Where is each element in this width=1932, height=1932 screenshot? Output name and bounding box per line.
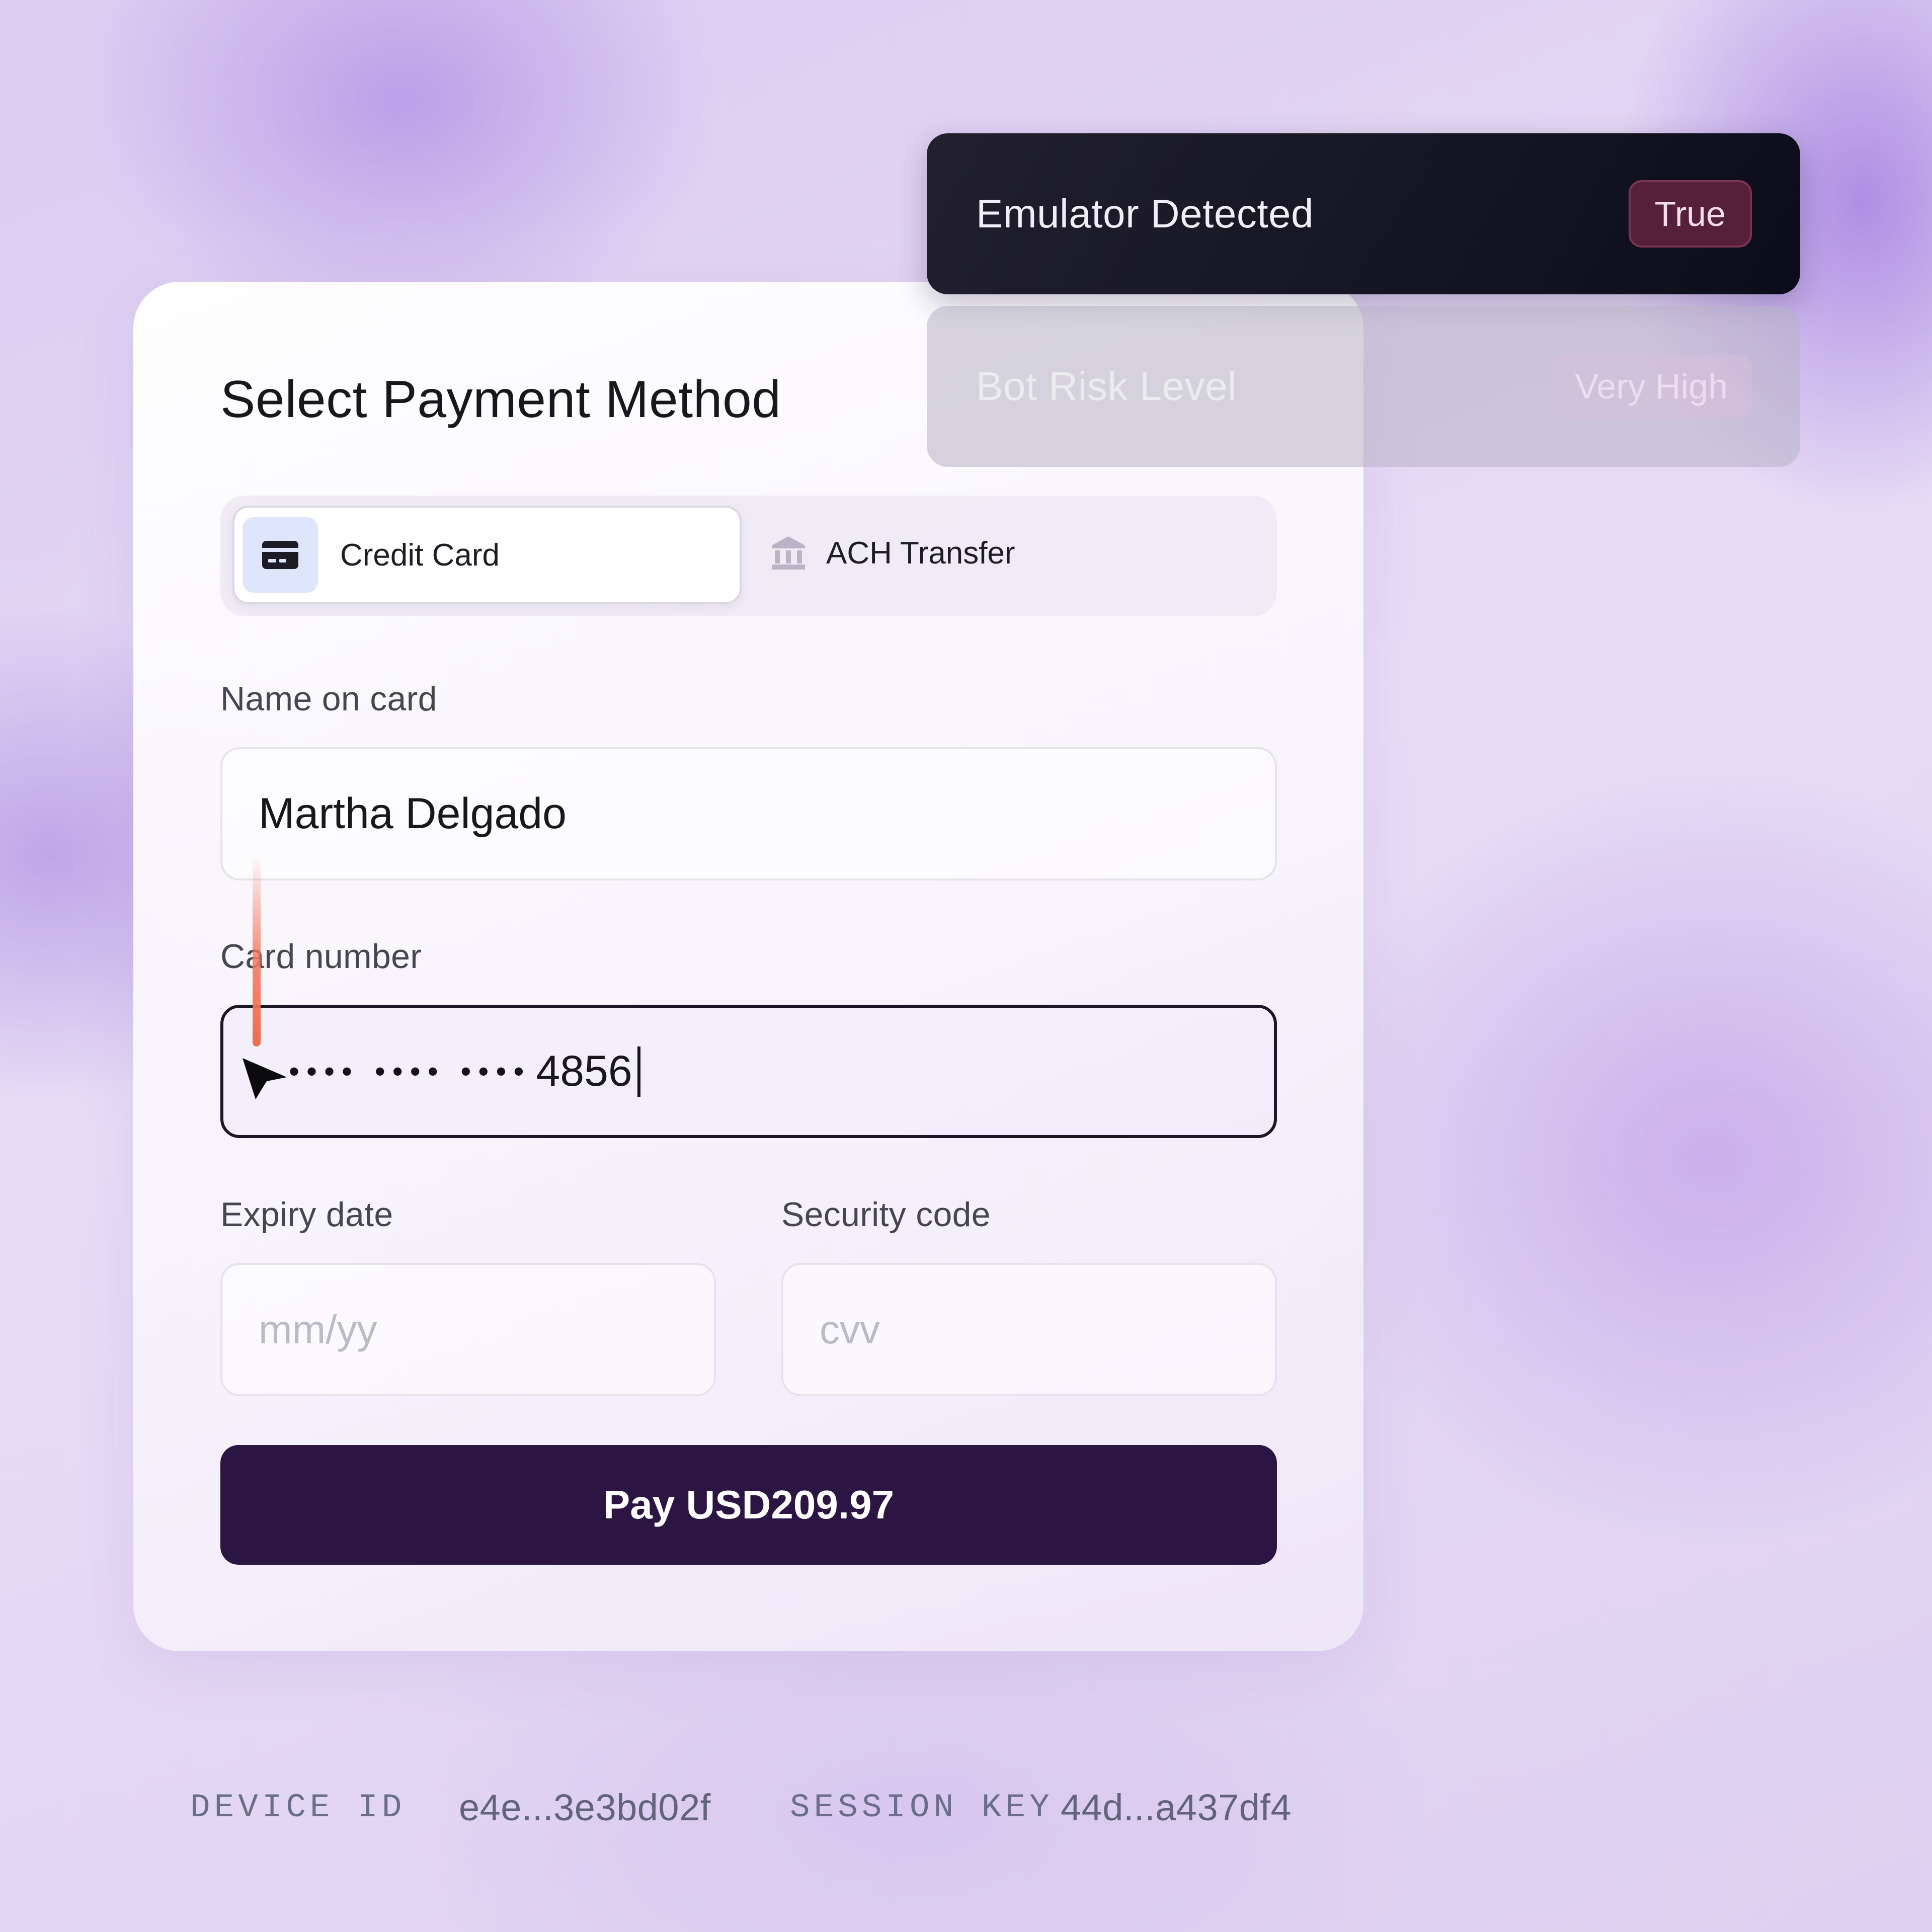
- credit-card-icon: [243, 517, 318, 593]
- payment-card: Select Payment Method Credit Card ACH Tr…: [133, 282, 1363, 1651]
- bot-risk-level-label: Bot Risk Level: [976, 364, 1237, 409]
- name-on-card-label: Name on card: [220, 680, 437, 718]
- security-code-input[interactable]: cvv: [781, 1263, 1277, 1396]
- session-key-value: 44d...a437df4: [1061, 1787, 1292, 1828]
- emulator-detected-badge: True: [1628, 180, 1752, 248]
- device-id-value: e4e...3e3bd02f: [459, 1787, 711, 1828]
- tab-ach-transfer-label: ACH Transfer: [826, 535, 1015, 571]
- page-title: Select Payment Method: [220, 370, 781, 429]
- expiry-date-input[interactable]: mm/yy: [220, 1263, 716, 1396]
- mouse-cursor-icon: [243, 1058, 287, 1099]
- bank-icon: [772, 536, 805, 570]
- name-on-card-value: Martha Delgado: [259, 789, 567, 838]
- payment-method-tabs: Credit Card ACH Transfer: [220, 496, 1277, 616]
- name-on-card-input[interactable]: Martha Delgado: [220, 747, 1277, 880]
- card-number-input[interactable]: •••• •••• •••• 4856: [220, 1005, 1277, 1138]
- card-number-mask: •••• •••• ••••: [289, 1055, 531, 1088]
- pay-button[interactable]: Pay USD209.97: [220, 1445, 1277, 1565]
- device-id-key: DEVICE ID: [190, 1789, 406, 1826]
- tab-credit-card[interactable]: Credit Card: [232, 506, 742, 604]
- bot-risk-level-badge: Very High: [1551, 355, 1752, 418]
- expiry-date-label: Expiry date: [220, 1195, 393, 1234]
- security-code-label: Security code: [781, 1195, 991, 1234]
- emulator-detected-label: Emulator Detected: [976, 191, 1314, 236]
- mouse-drag-trail: [253, 855, 261, 1046]
- security-code-placeholder: cvv: [820, 1307, 880, 1352]
- tab-credit-card-label: Credit Card: [340, 537, 500, 573]
- bot-risk-level-card: Bot Risk Level Very High: [927, 306, 1800, 467]
- session-key-key: SESSION KEY: [790, 1789, 1054, 1826]
- tab-ach-transfer[interactable]: ACH Transfer: [769, 506, 1222, 600]
- card-number-last4: 4856: [536, 1047, 632, 1095]
- emulator-detected-card: Emulator Detected True: [927, 133, 1800, 294]
- card-number-label: Card number: [220, 937, 422, 976]
- text-caret: [637, 1046, 640, 1097]
- expiry-date-placeholder: mm/yy: [259, 1307, 377, 1352]
